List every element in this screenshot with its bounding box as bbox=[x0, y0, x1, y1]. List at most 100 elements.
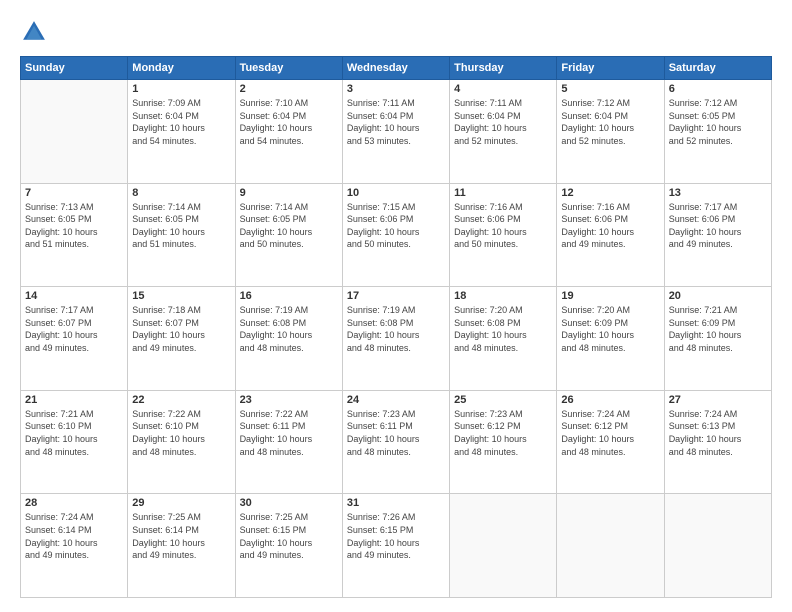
day-info: Sunrise: 7:22 AM Sunset: 6:11 PM Dayligh… bbox=[240, 408, 338, 458]
calendar-header-thursday: Thursday bbox=[450, 57, 557, 80]
calendar-cell: 2Sunrise: 7:10 AM Sunset: 6:04 PM Daylig… bbox=[235, 80, 342, 184]
calendar-cell: 22 Sunrise: 7:22 AM Sunset: 6:10 PM Dayli… bbox=[128, 390, 235, 494]
day-info: Sunrise: 7:25 AM Sunset: 6:15 PM Dayligh… bbox=[240, 511, 338, 561]
day-info: Sunrise: 7:19 AM Sunset: 6:08 PM Dayligh… bbox=[347, 304, 445, 354]
day-info: Sunrise: 7:15 AM Sunset: 6:06 PM Dayligh… bbox=[347, 201, 445, 251]
day-number: 3 bbox=[347, 83, 445, 95]
calendar-table: SundayMondayTuesdayWednesdayThursdayFrid… bbox=[20, 56, 772, 598]
day-number: 24 bbox=[347, 394, 445, 406]
page: SundayMondayTuesdayWednesdayThursdayFrid… bbox=[0, 0, 792, 612]
day-number: 29 bbox=[132, 497, 230, 509]
day-number: 15 bbox=[132, 290, 230, 302]
calendar-header-sunday: Sunday bbox=[21, 57, 128, 80]
day-number: 22 bbox=[132, 394, 230, 406]
day-info: Sunrise: 7:21 AM Sunset: 6:10 PM Dayligh… bbox=[25, 408, 123, 458]
day-number: 4 bbox=[454, 83, 552, 95]
calendar-cell: 24 Sunrise: 7:23 AM Sunset: 6:11 PM Dayli… bbox=[342, 390, 449, 494]
day-number: 8 bbox=[132, 187, 230, 199]
day-info: Sunrise: 7:20 AM Sunset: 6:08 PM Dayligh… bbox=[454, 304, 552, 354]
day-info: Sunrise: 7:23 AM Sunset: 6:12 PM Dayligh… bbox=[454, 408, 552, 458]
day-info: Sunrise: 7:14 AM Sunset: 6:05 PM Dayligh… bbox=[240, 201, 338, 251]
day-number: 25 bbox=[454, 394, 552, 406]
calendar-cell: 29 Sunrise: 7:25 AM Sunset: 6:14 PM Dayli… bbox=[128, 494, 235, 598]
day-number: 26 bbox=[561, 394, 659, 406]
calendar-cell: 28 Sunrise: 7:24 AM Sunset: 6:14 PM Dayli… bbox=[21, 494, 128, 598]
calendar-cell: 5Sunrise: 7:12 AM Sunset: 6:04 PM Daylig… bbox=[557, 80, 664, 184]
calendar-header-wednesday: Wednesday bbox=[342, 57, 449, 80]
day-info: Sunrise: 7:26 AM Sunset: 6:15 PM Dayligh… bbox=[347, 511, 445, 561]
day-number: 19 bbox=[561, 290, 659, 302]
calendar-cell: 21 Sunrise: 7:21 AM Sunset: 6:10 PM Dayli… bbox=[21, 390, 128, 494]
calendar-cell: 10 Sunrise: 7:15 AM Sunset: 6:06 PM Dayli… bbox=[342, 183, 449, 287]
day-info: Sunrise: 7:18 AM Sunset: 6:07 PM Dayligh… bbox=[132, 304, 230, 354]
calendar-cell: 12Sunrise: 7:16 AM Sunset: 6:06 PM Dayli… bbox=[557, 183, 664, 287]
calendar-cell: 30 Sunrise: 7:25 AM Sunset: 6:15 PM Dayli… bbox=[235, 494, 342, 598]
calendar-cell: 15 Sunrise: 7:18 AM Sunset: 6:07 PM Dayli… bbox=[128, 287, 235, 391]
day-number: 12 bbox=[561, 187, 659, 199]
day-number: 13 bbox=[669, 187, 767, 199]
day-number: 27 bbox=[669, 394, 767, 406]
day-info: Sunrise: 7:12 AM Sunset: 6:05 PM Dayligh… bbox=[669, 97, 767, 147]
calendar-header-tuesday: Tuesday bbox=[235, 57, 342, 80]
calendar-cell: 18Sunrise: 7:20 AM Sunset: 6:08 PM Dayli… bbox=[450, 287, 557, 391]
calendar-cell: 7 Sunrise: 7:13 AM Sunset: 6:05 PM Daylig… bbox=[21, 183, 128, 287]
calendar-cell bbox=[557, 494, 664, 598]
logo-icon bbox=[20, 18, 48, 46]
day-number: 16 bbox=[240, 290, 338, 302]
calendar-cell: 19 Sunrise: 7:20 AM Sunset: 6:09 PM Dayli… bbox=[557, 287, 664, 391]
day-number: 30 bbox=[240, 497, 338, 509]
calendar-header-friday: Friday bbox=[557, 57, 664, 80]
day-info: Sunrise: 7:22 AM Sunset: 6:10 PM Dayligh… bbox=[132, 408, 230, 458]
day-number: 31 bbox=[347, 497, 445, 509]
day-info: Sunrise: 7:17 AM Sunset: 6:06 PM Dayligh… bbox=[669, 201, 767, 251]
day-number: 23 bbox=[240, 394, 338, 406]
calendar-cell: 14 Sunrise: 7:17 AM Sunset: 6:07 PM Dayli… bbox=[21, 287, 128, 391]
day-info: Sunrise: 7:24 AM Sunset: 6:14 PM Dayligh… bbox=[25, 511, 123, 561]
day-info: Sunrise: 7:21 AM Sunset: 6:09 PM Dayligh… bbox=[669, 304, 767, 354]
calendar-cell: 3 Sunrise: 7:11 AM Sunset: 6:04 PM Daylig… bbox=[342, 80, 449, 184]
day-number: 21 bbox=[25, 394, 123, 406]
day-number: 11 bbox=[454, 187, 552, 199]
calendar-cell: 31 Sunrise: 7:26 AM Sunset: 6:15 PM Dayli… bbox=[342, 494, 449, 598]
calendar-cell: 11 Sunrise: 7:16 AM Sunset: 6:06 PM Dayli… bbox=[450, 183, 557, 287]
calendar-cell: 16 Sunrise: 7:19 AM Sunset: 6:08 PM Dayli… bbox=[235, 287, 342, 391]
day-info: Sunrise: 7:11 AM Sunset: 6:04 PM Dayligh… bbox=[347, 97, 445, 147]
calendar-cell: 25 Sunrise: 7:23 AM Sunset: 6:12 PM Dayli… bbox=[450, 390, 557, 494]
header bbox=[20, 18, 772, 46]
day-info: Sunrise: 7:12 AM Sunset: 6:04 PM Dayligh… bbox=[561, 97, 659, 147]
day-info: Sunrise: 7:17 AM Sunset: 6:07 PM Dayligh… bbox=[25, 304, 123, 354]
day-number: 9 bbox=[240, 187, 338, 199]
calendar-cell: 9 Sunrise: 7:14 AM Sunset: 6:05 PM Daylig… bbox=[235, 183, 342, 287]
day-info: Sunrise: 7:23 AM Sunset: 6:11 PM Dayligh… bbox=[347, 408, 445, 458]
logo bbox=[20, 18, 52, 46]
day-number: 14 bbox=[25, 290, 123, 302]
calendar-cell bbox=[21, 80, 128, 184]
day-info: Sunrise: 7:24 AM Sunset: 6:12 PM Dayligh… bbox=[561, 408, 659, 458]
day-number: 6 bbox=[669, 83, 767, 95]
day-number: 1 bbox=[132, 83, 230, 95]
day-number: 28 bbox=[25, 497, 123, 509]
calendar-cell bbox=[450, 494, 557, 598]
day-info: Sunrise: 7:11 AM Sunset: 6:04 PM Dayligh… bbox=[454, 97, 552, 147]
day-number: 10 bbox=[347, 187, 445, 199]
calendar-cell bbox=[664, 494, 771, 598]
day-info: Sunrise: 7:19 AM Sunset: 6:08 PM Dayligh… bbox=[240, 304, 338, 354]
day-info: Sunrise: 7:10 AM Sunset: 6:04 PM Dayligh… bbox=[240, 97, 338, 147]
day-info: Sunrise: 7:25 AM Sunset: 6:14 PM Dayligh… bbox=[132, 511, 230, 561]
day-info: Sunrise: 7:13 AM Sunset: 6:05 PM Dayligh… bbox=[25, 201, 123, 251]
day-info: Sunrise: 7:16 AM Sunset: 6:06 PM Dayligh… bbox=[454, 201, 552, 251]
day-info: Sunrise: 7:20 AM Sunset: 6:09 PM Dayligh… bbox=[561, 304, 659, 354]
calendar-cell: 27 Sunrise: 7:24 AM Sunset: 6:13 PM Dayli… bbox=[664, 390, 771, 494]
calendar-cell: 20 Sunrise: 7:21 AM Sunset: 6:09 PM Dayli… bbox=[664, 287, 771, 391]
calendar-week-2: 14 Sunrise: 7:17 AM Sunset: 6:07 PM Dayli… bbox=[21, 287, 772, 391]
calendar-cell: 23 Sunrise: 7:22 AM Sunset: 6:11 PM Dayli… bbox=[235, 390, 342, 494]
calendar-header-row: SundayMondayTuesdayWednesdayThursdayFrid… bbox=[21, 57, 772, 80]
day-number: 7 bbox=[25, 187, 123, 199]
day-info: Sunrise: 7:24 AM Sunset: 6:13 PM Dayligh… bbox=[669, 408, 767, 458]
calendar-cell: 8Sunrise: 7:14 AM Sunset: 6:05 PM Daylig… bbox=[128, 183, 235, 287]
day-number: 20 bbox=[669, 290, 767, 302]
calendar-week-0: 1Sunrise: 7:09 AM Sunset: 6:04 PM Daylig… bbox=[21, 80, 772, 184]
calendar-week-1: 7 Sunrise: 7:13 AM Sunset: 6:05 PM Daylig… bbox=[21, 183, 772, 287]
calendar-cell: 1Sunrise: 7:09 AM Sunset: 6:04 PM Daylig… bbox=[128, 80, 235, 184]
calendar-header-saturday: Saturday bbox=[664, 57, 771, 80]
